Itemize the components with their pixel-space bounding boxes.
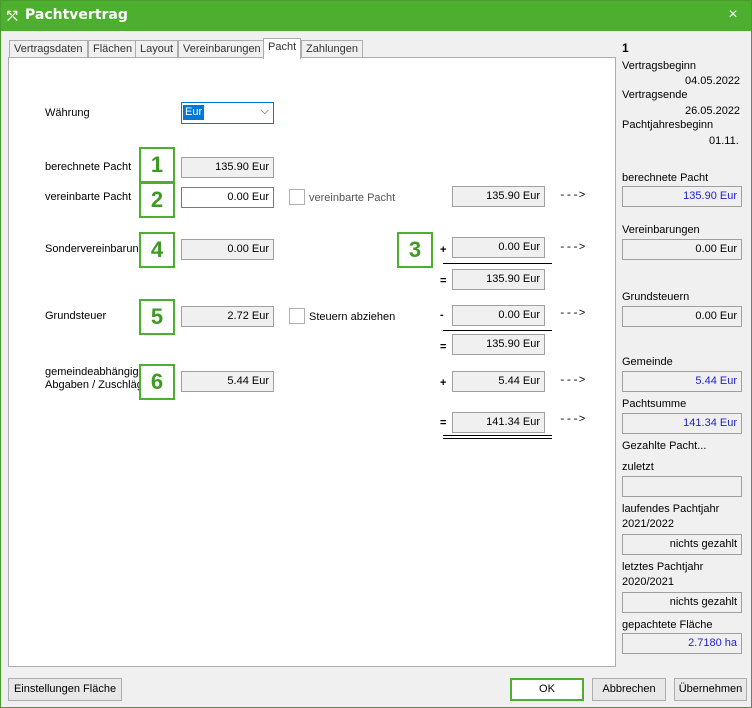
side-pachtsumme-field: 141.34 Eur [622, 413, 742, 434]
calc-sum2-field: 135.90 Eur [452, 334, 545, 355]
abbrechen-button[interactable]: Abbrechen [592, 678, 666, 701]
side-berechnete-label: berechnete Pacht [622, 172, 709, 184]
gemeinde-label-line1: gemeindeabhängige [45, 366, 139, 378]
side-berechnete-field: 135.90 Eur [622, 186, 742, 207]
title-bar: ⤱ Pachtvertrag × [1, 1, 751, 31]
close-icon[interactable]: × [725, 6, 741, 24]
side-gemeinde-field: 5.44 Eur [622, 371, 742, 392]
letztes-pachtjahr-field: nichts gezahlt [622, 592, 742, 613]
side-pachtsumme-label: Pachtsumme [622, 398, 687, 410]
waehrung-selected-value: Eur [183, 105, 205, 120]
calc-steuer-field: 0.00 Eur [452, 305, 545, 326]
plus-sign: + [440, 377, 447, 389]
sondervereinbarungen-field: 0.00 Eur [181, 239, 274, 260]
steuern-abziehen-checkbox[interactable] [289, 308, 305, 324]
tab-pacht[interactable]: Pacht [263, 38, 302, 59]
contract-number: 1 [622, 41, 629, 55]
arrow-5: ---> [559, 414, 586, 426]
gepachtete-flaeche-field: 2.7180 ha [622, 633, 742, 654]
marker-badge-6: 6 [139, 364, 175, 400]
arrow-4: ---> [559, 375, 586, 387]
gepachtete-flaeche-label: gepachtete Fläche [622, 619, 713, 631]
vertragsende-label: Vertragsende [622, 89, 688, 101]
laufendes-pachtjahr-label: laufendes Pachtjahr [622, 503, 720, 515]
pachtvertrag-window: ⤱ Pachtvertrag × Vertragsdaten Flächen L… [0, 0, 752, 708]
steuern-abziehen-label: Steuern abziehen [309, 311, 396, 323]
vereinbarte-pacht-label: vereinbarte Pacht [45, 191, 132, 203]
vereinbarte-pacht-checkbox-label: vereinbarte Pacht [309, 192, 396, 204]
minus-sign: - [440, 309, 444, 321]
waehrung-select[interactable]: Eur ⌵ [181, 102, 274, 124]
side-grundsteuern-label: Grundsteuern [622, 291, 690, 303]
calc-sonder-field: 0.00 Eur [452, 237, 545, 258]
gemeinde-label-line2: Abgaben / Zuschläge [45, 379, 139, 391]
gemeinde-field: 5.44 Eur [181, 371, 274, 392]
berechnete-pacht-label: berechnete Pacht [45, 161, 132, 173]
vertragsbeginn-value: 04.05.2022 [685, 75, 741, 87]
calc-sum1-field: 135.90 Eur [452, 269, 545, 290]
waehrung-label: Währung [45, 107, 90, 119]
side-vereinbarungen-label: Vereinbarungen [622, 224, 700, 236]
sum-line-2 [443, 330, 552, 331]
marker-badge-1: 1 [139, 147, 175, 183]
calc-berechnete-field: 135.90 Eur [452, 186, 545, 207]
vertragsbeginn-label: Vertragsbeginn [622, 60, 696, 72]
pacht-panel: Währung Eur ⌵ berechnete Pacht 1 135.90 … [8, 57, 616, 667]
sondervereinbarungen-label: Sondervereinbarungen [45, 243, 139, 255]
gezahlte-pacht-link[interactable]: Gezahlte Pacht... [622, 440, 706, 452]
equals-sign: = [440, 275, 447, 287]
vereinbarte-pacht-input[interactable]: 0.00 Eur [181, 187, 274, 208]
ok-button[interactable]: OK [510, 678, 584, 701]
plus-sign: + [440, 244, 447, 256]
side-gemeinde-label: Gemeinde [622, 356, 673, 368]
einstellungen-flaeche-button[interactable]: Einstellungen Fläche [8, 678, 122, 701]
arrow-1: ---> [559, 190, 586, 202]
laufendes-pachtjahr-year: 2021/2022 [622, 518, 674, 530]
letztes-pachtjahr-year: 2020/2021 [622, 576, 674, 588]
marker-badge-2: 2 [139, 182, 175, 218]
laufendes-pachtjahr-field: nichts gezahlt [622, 534, 742, 555]
equals-sign: = [440, 341, 447, 353]
pachtjahresbeginn-label: Pachtjahresbeginn [622, 119, 714, 131]
berechnete-pacht-field: 135.90 Eur [181, 157, 274, 178]
marker-badge-3: 3 [397, 232, 433, 268]
zuletzt-label: zuletzt [622, 461, 654, 473]
uebernehmen-button[interactable]: Übernehmen [674, 678, 747, 701]
grundsteuer-field: 2.72 Eur [181, 306, 274, 327]
sum-line-1 [443, 263, 552, 264]
arrow-3: ---> [559, 308, 586, 320]
arrow-2: ---> [559, 242, 586, 254]
side-vereinbarungen-field: 0.00 Eur [622, 239, 742, 260]
zuletzt-field [622, 476, 742, 497]
pachtjahresbeginn-value: 01.11. [709, 135, 739, 147]
vertragsende-value: 26.05.2022 [685, 105, 741, 117]
total-underline-1 [443, 435, 552, 436]
marker-badge-4: 4 [139, 232, 175, 268]
window-title: Pachtvertrag [25, 7, 128, 23]
vereinbarte-pacht-checkbox[interactable] [289, 189, 305, 205]
calc-total-field: 141.34 Eur [452, 412, 545, 433]
grundsteuer-label: Grundsteuer [45, 310, 107, 322]
app-icon: ⤱ [7, 8, 18, 23]
chevron-down-icon: ⌵ [260, 105, 269, 117]
equals-sign: = [440, 417, 447, 429]
side-grundsteuern-field: 0.00 Eur [622, 306, 742, 327]
marker-badge-5: 5 [139, 299, 175, 335]
letztes-pachtjahr-label: letztes Pachtjahr [622, 561, 704, 573]
total-underline-2 [443, 438, 552, 439]
calc-gemeinde-field: 5.44 Eur [452, 371, 545, 392]
